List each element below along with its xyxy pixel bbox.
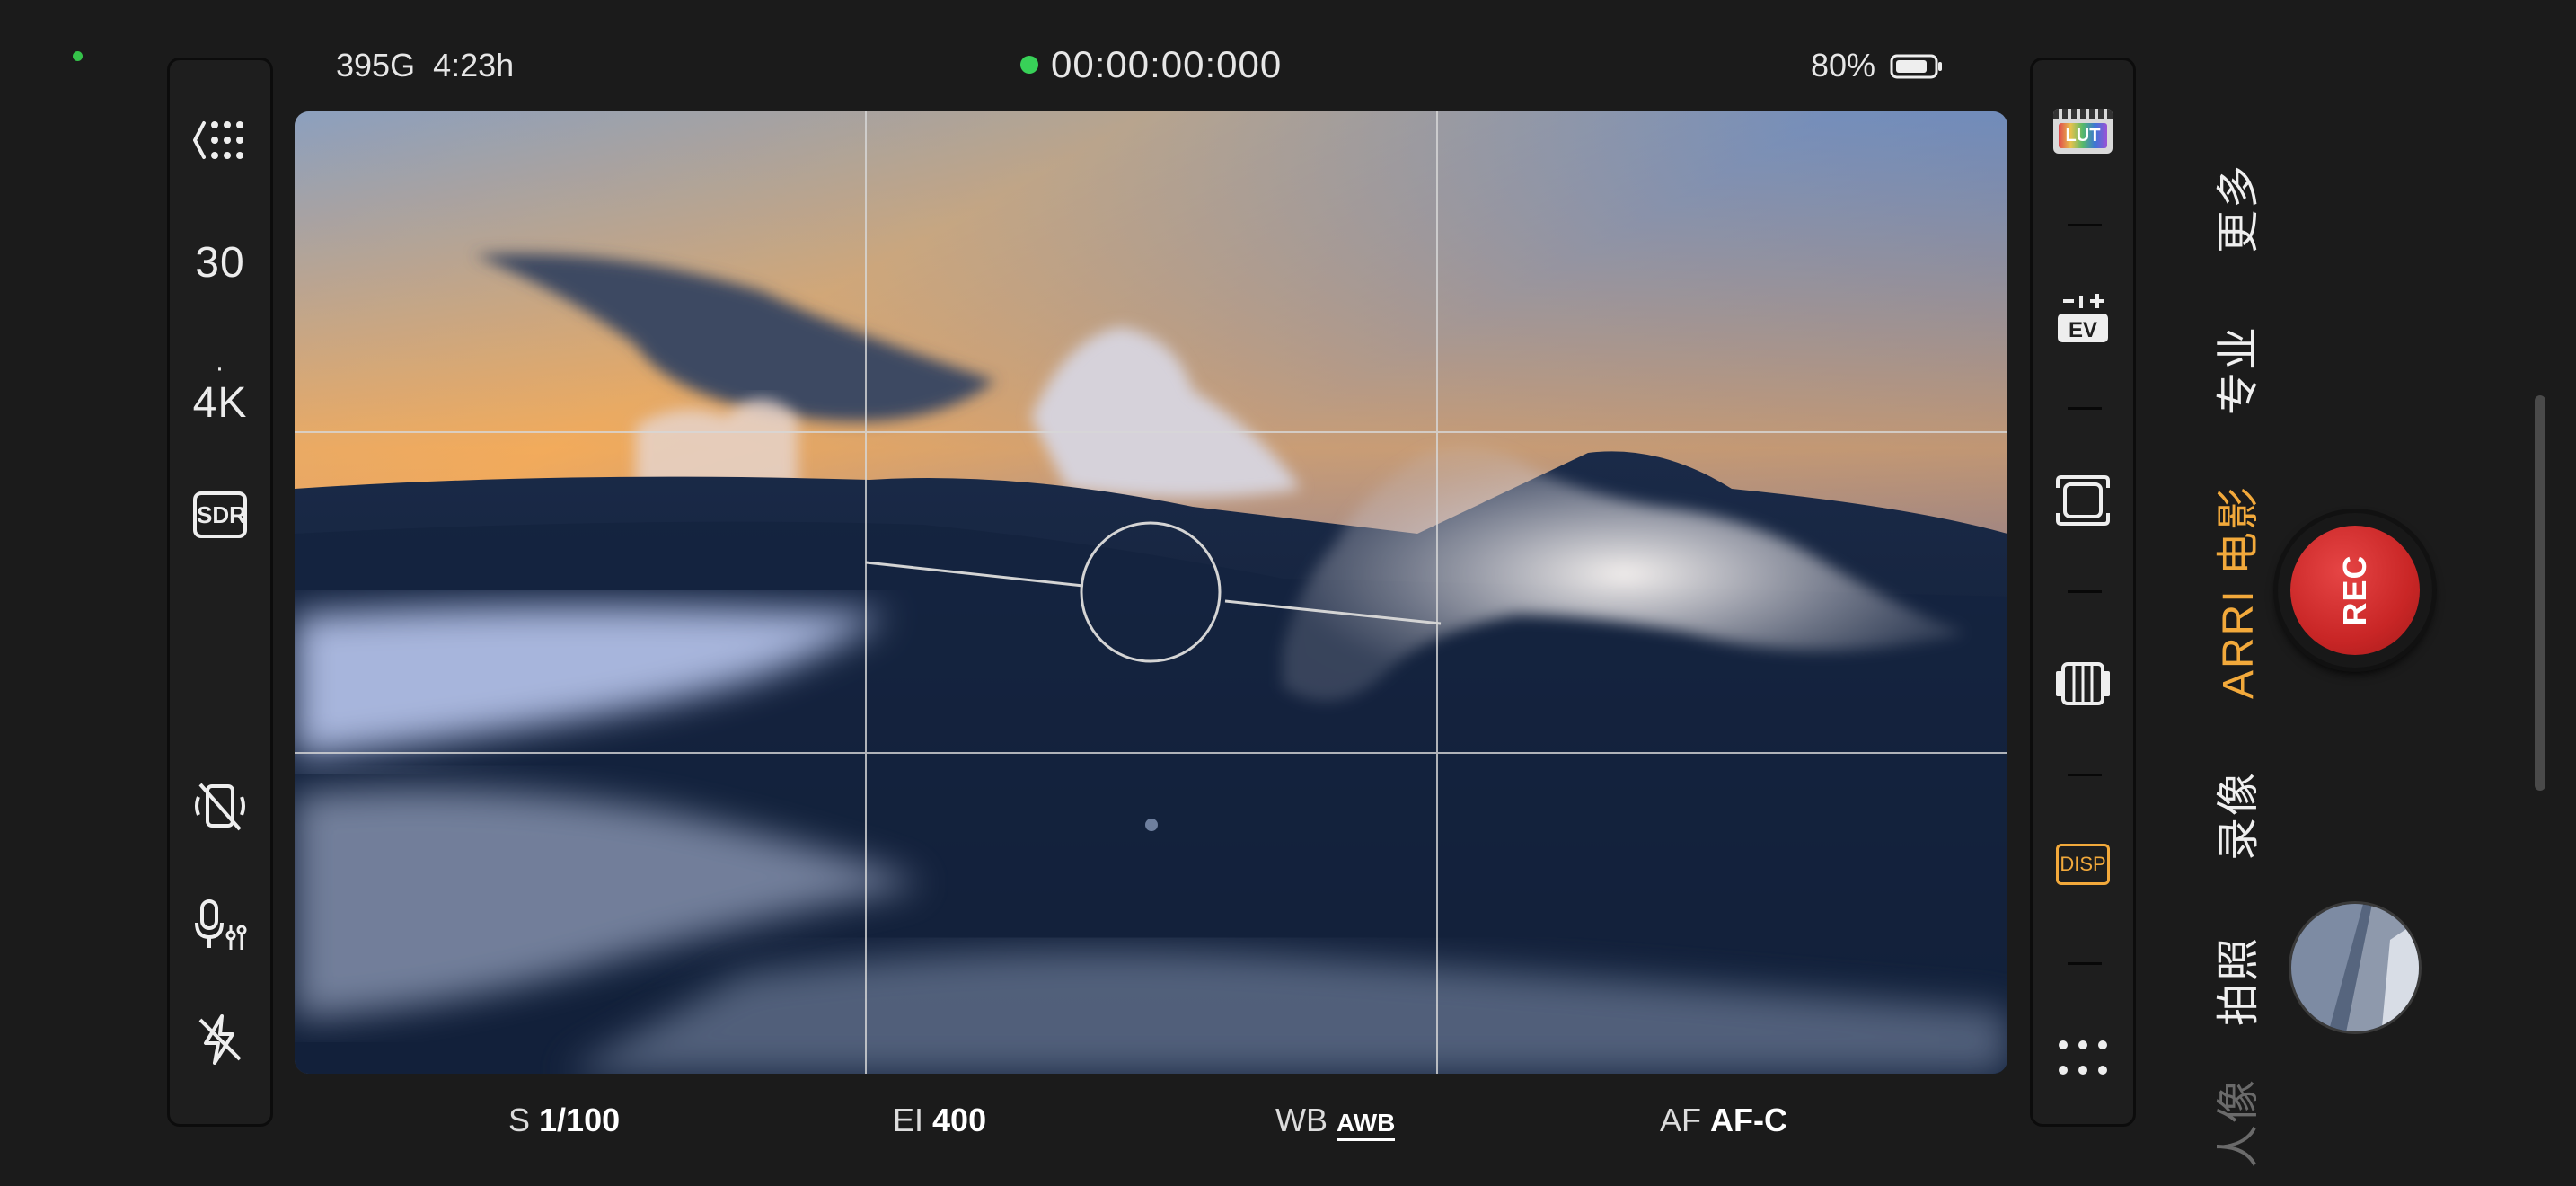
display-options-button[interactable]: DISP (2033, 844, 2133, 885)
record-label: REC (2336, 554, 2373, 626)
af-value: AF-C (1710, 1102, 1788, 1138)
storage-remaining: 395G 4:23h (336, 47, 514, 84)
disp-icon: DISP (2056, 844, 2110, 885)
battery-percent: 80% (1811, 47, 1876, 84)
mode-portrait[interactable]: 人像 (2202, 1078, 2265, 1168)
exposure-compensation-button[interactable]: EV (2033, 288, 2133, 346)
focus-point (1145, 819, 1158, 831)
wb-value: AWB (1337, 1109, 1396, 1141)
recording-status-dot (1020, 56, 1038, 74)
back-grid-icon (193, 121, 243, 159)
mode-more[interactable]: 更多 (2202, 164, 2265, 253)
audio-settings-button[interactable] (170, 898, 270, 953)
mode-video[interactable]: 录像 (2202, 771, 2265, 861)
exposure-index-control[interactable]: EI 400 (893, 1102, 986, 1139)
more-options-button[interactable] (2033, 1036, 2133, 1079)
lut-icon: LUT (2053, 109, 2113, 154)
no-stabilization-icon (195, 783, 245, 831)
more-dots-icon (2059, 1040, 2107, 1075)
frame-icon (2056, 475, 2110, 526)
timecode-display: 00:00:00:000 (1020, 43, 1282, 86)
resolution-button[interactable]: 4K (170, 378, 270, 428)
flash-button[interactable] (170, 1013, 270, 1067)
shutter-label: S (508, 1102, 531, 1138)
privacy-indicator (73, 51, 83, 61)
wb-label: WB (1275, 1102, 1328, 1138)
frame-guide-button[interactable] (2033, 475, 2133, 526)
storage-value: 395G (336, 47, 416, 84)
gallery-thumbnail[interactable] (2289, 901, 2422, 1034)
white-balance-control[interactable]: WB AWB (1275, 1102, 1396, 1141)
battery-icon (1890, 54, 1943, 79)
af-label: AF (1660, 1102, 1702, 1138)
mode-arri-cinema[interactable]: ARRI 电影 (2202, 485, 2265, 699)
ei-value: 400 (932, 1102, 987, 1138)
frame-rate-button[interactable]: 30 (170, 238, 270, 288)
shutter-value: 1/100 (539, 1102, 621, 1138)
mode-scrollbar[interactable] (2535, 395, 2545, 791)
live-preview-image (295, 111, 2007, 1074)
lut-button[interactable]: LUT (2033, 109, 2133, 154)
dynamic-range-button[interactable]: SDR (170, 491, 270, 538)
left-toolbar: 30 · 4K SDR (167, 58, 273, 1127)
right-toolbar: LUT EV DISP (2030, 58, 2136, 1127)
lut-label: LUT (2059, 123, 2107, 148)
timecode-value: 00:00:00:000 (1051, 43, 1283, 85)
ev-icon: EV (2058, 294, 2108, 342)
mode-pro[interactable]: 专业 (2202, 325, 2265, 415)
mode-photo[interactable]: 拍照 (2202, 936, 2265, 1026)
record-button[interactable]: REC (2278, 513, 2432, 668)
thumbnail-image (2291, 904, 2419, 1031)
sdr-badge: SDR (193, 491, 247, 538)
camera-viewfinder[interactable] (295, 111, 2007, 1074)
disp-label: DISP (2060, 853, 2106, 875)
ei-label: EI (893, 1102, 924, 1138)
film-format-button[interactable] (2033, 657, 2133, 711)
battery-status: 80% (1811, 47, 1944, 84)
svg-text:EV: EV (2069, 318, 2097, 342)
record-button-fill: REC (2290, 526, 2420, 655)
duration-value: 4:23h (433, 47, 515, 84)
mic-settings-icon (195, 899, 247, 950)
shutter-speed-control[interactable]: S 1/100 (508, 1102, 620, 1139)
stabilization-button[interactable] (170, 779, 270, 833)
film-icon (2056, 662, 2110, 705)
autofocus-control[interactable]: AF AF-C (1660, 1102, 1787, 1139)
flash-off-icon (198, 1014, 242, 1065)
back-grid-button[interactable] (170, 116, 270, 164)
